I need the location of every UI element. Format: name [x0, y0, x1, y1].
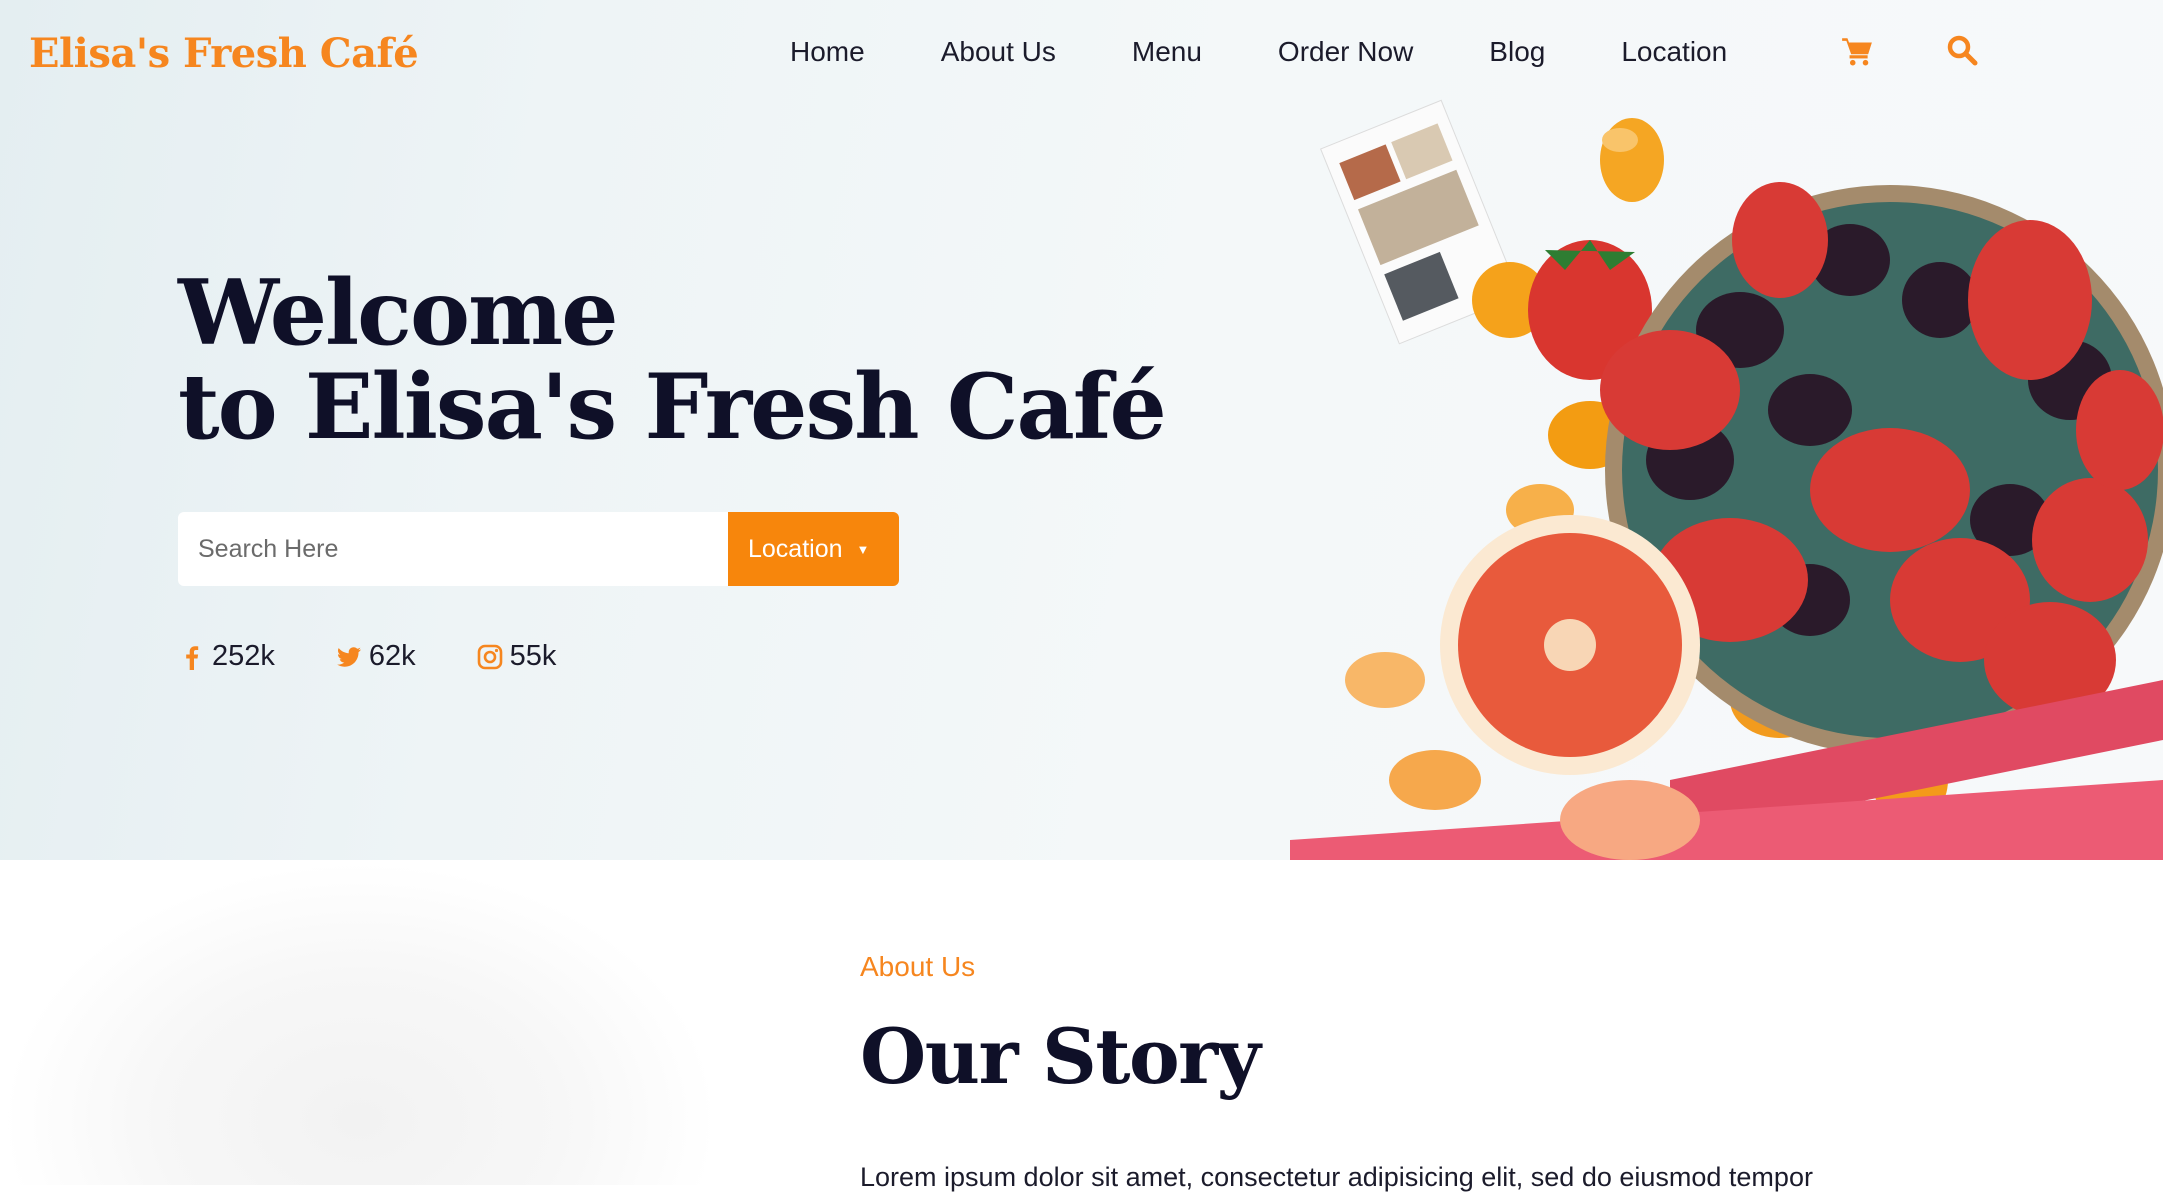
brand-logo[interactable]: Elisa's Fresh Café	[29, 30, 419, 77]
main-nav: Home About Us Menu Order Now Blog Locati…	[790, 30, 1727, 74]
nav-location[interactable]: Location	[1621, 36, 1727, 68]
hero-section: Elisa's Fresh Café Home About Us Menu Or…	[0, 0, 2163, 860]
location-button-label: Location	[748, 534, 843, 563]
social-twitter[interactable]: 62k	[335, 640, 416, 673]
about-image	[0, 860, 720, 1185]
hero-search-bar: Location ▼	[178, 512, 899, 586]
instagram-icon	[477, 644, 502, 669]
about-title: Our Story	[860, 1012, 1261, 1101]
fruit-bowl-image	[1290, 99, 2163, 860]
social-stats: 252k 62k 55k	[178, 640, 616, 673]
hero-title-line2: to Elisa's Fresh Café	[178, 354, 1167, 460]
cart-icon[interactable]	[1840, 34, 1874, 68]
caret-down-icon: ▼	[856, 541, 870, 557]
instagram-count: 55k	[509, 640, 557, 672]
nav-about-us[interactable]: About Us	[941, 36, 1056, 68]
nav-menu[interactable]: Menu	[1132, 36, 1202, 68]
nav-home[interactable]: Home	[790, 36, 865, 68]
hero-title-line1: Welcome	[178, 260, 619, 366]
facebook-count: 252k	[212, 640, 275, 672]
about-body-text: Lorem ipsum dolor sit amet, consectetur …	[860, 1162, 1813, 1192]
facebook-icon	[186, 645, 199, 670]
nav-order-now[interactable]: Order Now	[1278, 36, 1413, 68]
twitter-icon	[336, 646, 361, 667]
search-icon[interactable]	[1946, 34, 1978, 66]
location-dropdown-button[interactable]: Location ▼	[728, 512, 899, 586]
about-kicker: About Us	[860, 951, 976, 982]
social-instagram[interactable]: 55k	[476, 640, 557, 673]
search-input[interactable]	[178, 512, 728, 586]
nav-blog[interactable]: Blog	[1489, 36, 1545, 68]
hero-title: Welcome to Elisa's Fresh Café	[178, 260, 1167, 460]
twitter-count: 62k	[368, 640, 416, 672]
social-facebook[interactable]: 252k	[178, 640, 275, 673]
